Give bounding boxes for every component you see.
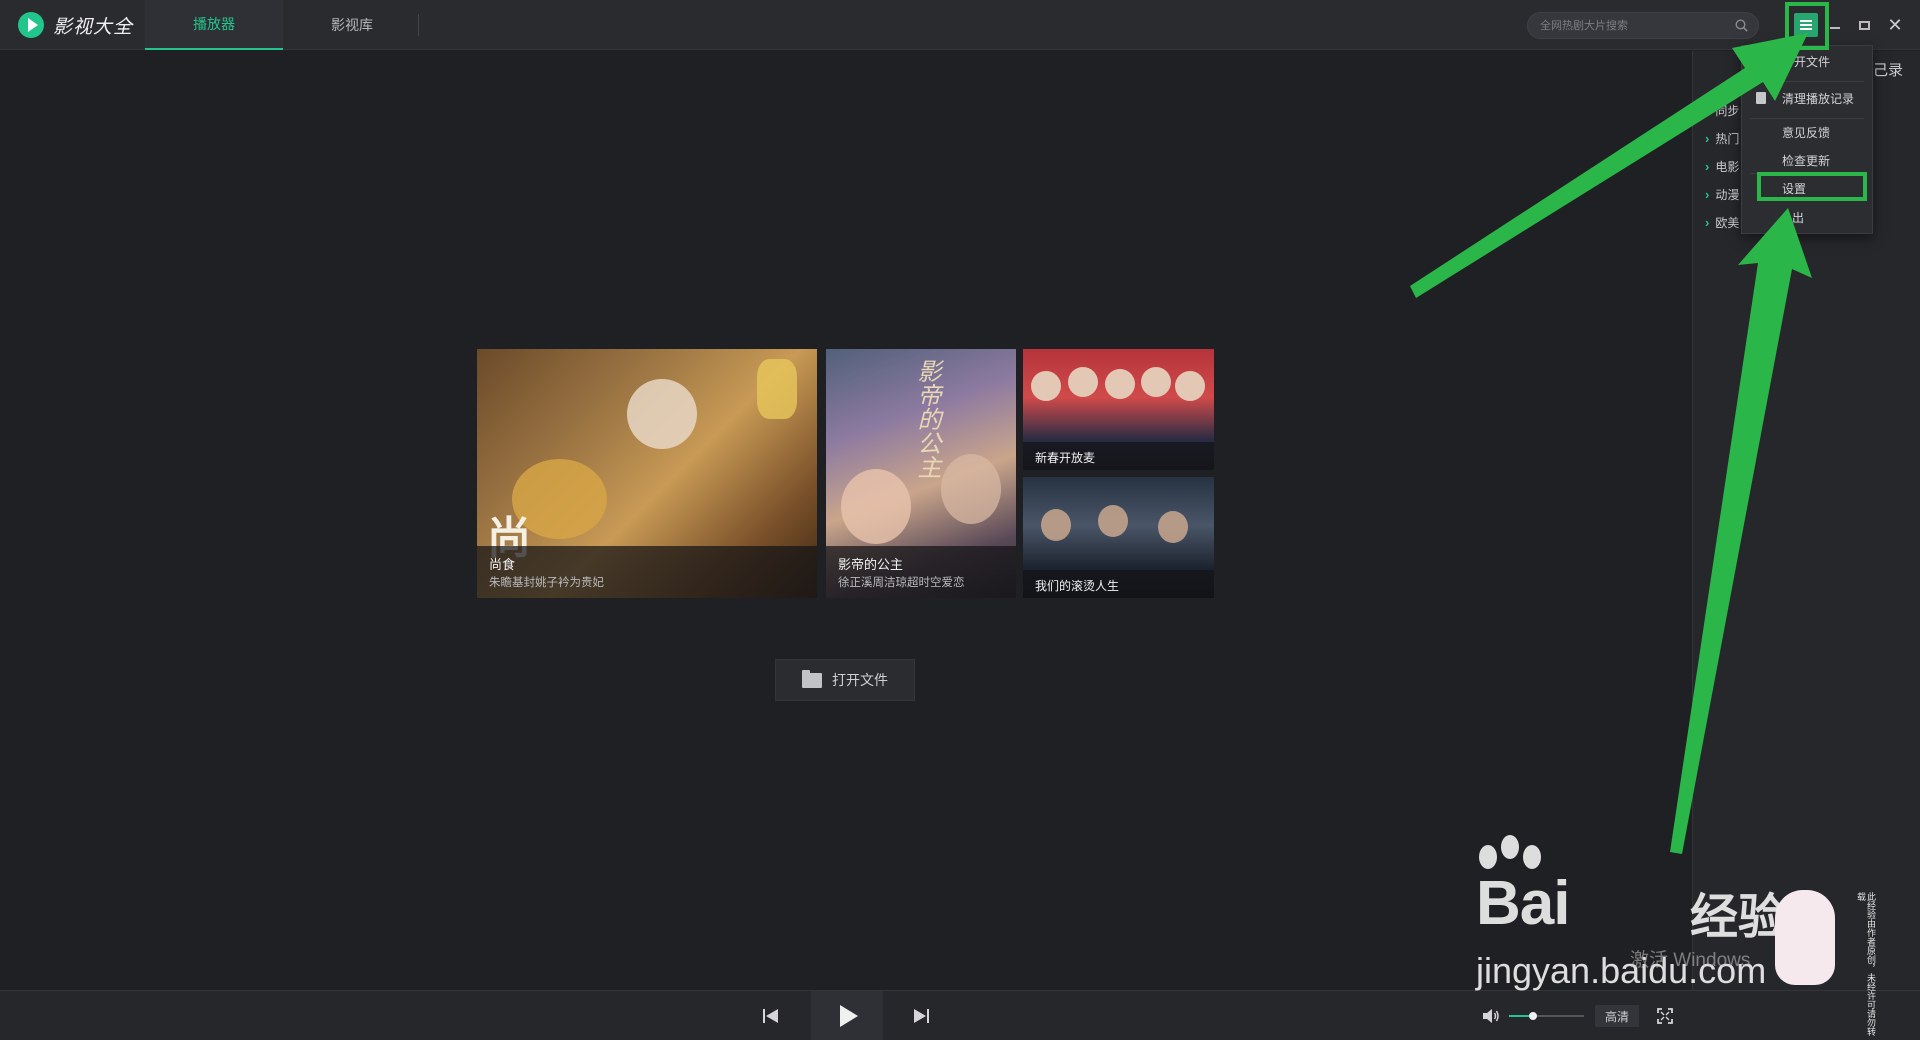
card-title: 影帝的公主 (838, 557, 904, 572)
category-label: 热门 (1715, 131, 1740, 146)
close-button[interactable]: ✕ (1883, 13, 1907, 37)
watermark-side-text: 此经验由作者原创，未经许可请勿转载 (1856, 892, 1876, 1036)
poster-figure (1175, 371, 1205, 401)
category-item[interactable]: › 电影 (1705, 155, 1739, 177)
control-bar: 高清 (0, 990, 1920, 1040)
tab-library[interactable]: 影视库 (283, 0, 421, 50)
card-title: 新春开放麦 (1035, 451, 1096, 465)
annotation-highlight-menu (1785, 2, 1829, 50)
play-button[interactable] (811, 991, 883, 1040)
poster-figure (1098, 505, 1128, 537)
menu-item-clear-history[interactable]: 清理播放记录 (1742, 87, 1872, 109)
poster-figure (941, 454, 1001, 524)
card-subtitle: 徐正溪周洁琼超时空爱恋 (838, 577, 965, 589)
annotation-highlight-settings (1757, 172, 1867, 201)
tab-divider (418, 14, 419, 36)
volume-icon (1483, 1009, 1499, 1023)
category-item[interactable]: › 同步 (1705, 99, 1739, 121)
watermark-brand: Bai (1476, 869, 1570, 938)
app-name: 影视大全 (53, 16, 134, 38)
featured-card[interactable]: 我们的滚烫人生 (1023, 477, 1214, 598)
card-caption-bg (477, 546, 817, 598)
history-label[interactable]: 己录 (1873, 59, 1903, 80)
lantern-shape (757, 359, 797, 419)
category-label: 欧美 (1715, 215, 1740, 230)
poster-figure (1105, 369, 1135, 399)
category-label: 同步 (1715, 103, 1740, 118)
play-icon (840, 1005, 858, 1027)
folder-icon (802, 669, 822, 688)
menu-item-feedback[interactable]: 意见反馈 (1742, 121, 1872, 143)
watermark-mascot (1775, 890, 1835, 985)
main-menu-dropdown: 打开文件 清理播放记录 意见反馈 检查更新 设置 出 (1741, 45, 1873, 234)
poster-figure (1141, 367, 1171, 397)
play-logo-icon (18, 12, 44, 38)
menu-item-exit[interactable]: 出 (1742, 206, 1872, 228)
poster-figure (1068, 367, 1098, 397)
chevron-right-icon: › (1705, 158, 1710, 174)
menu-item-label: 清理播放记录 (1782, 91, 1855, 106)
poster-figure (1031, 371, 1061, 401)
prev-icon (763, 1009, 779, 1023)
menu-item-open-file[interactable]: 打开文件 (1742, 50, 1872, 72)
poster-figure (1041, 509, 1071, 541)
card-title: 尚食 (489, 557, 516, 572)
search-icon[interactable] (1735, 19, 1748, 32)
category-item[interactable]: › 热门 (1705, 127, 1739, 149)
chevron-right-icon: › (1705, 214, 1710, 230)
previous-button[interactable] (750, 991, 792, 1040)
menu-item-check-update[interactable]: 检查更新 (1742, 149, 1872, 171)
category-item[interactable]: › 动漫 (1705, 183, 1739, 205)
poster-title-text: 影帝的公主 (913, 359, 941, 479)
category-label: 动漫 (1715, 187, 1740, 202)
card-title: 我们的滚烫人生 (1035, 579, 1120, 593)
trash-icon (1756, 92, 1766, 104)
card-subtitle: 朱瞻基封姚子衿为贵妃 (489, 577, 604, 589)
menu-divider (1750, 118, 1864, 119)
open-file-button[interactable]: 打开文件 (775, 659, 915, 701)
featured-card[interactable]: 尚 尚食 朱瞻基封姚子衿为贵妃 (477, 349, 817, 598)
top-bar: 影视大全 播放器 影视库 ✕ (0, 0, 1920, 50)
chevron-right-icon: › (1705, 102, 1710, 118)
next-icon (913, 1009, 929, 1023)
menu-divider (1750, 81, 1864, 82)
category-item[interactable]: › 欧美 (1705, 211, 1739, 233)
featured-card[interactable]: 影帝的公主 影帝的公主 徐正溪周洁琼超时空爱恋 (826, 349, 1016, 598)
maximize-button[interactable] (1852, 13, 1876, 37)
fullscreen-icon (1657, 1008, 1673, 1024)
volume-knob[interactable] (1529, 1012, 1537, 1020)
quality-button[interactable]: 高清 (1595, 1005, 1639, 1027)
poster-figure (841, 469, 911, 544)
tab-player[interactable]: 播放器 (145, 0, 283, 50)
maximize-icon (1858, 20, 1870, 30)
chevron-right-icon: › (1705, 130, 1710, 146)
poster-figure (1158, 511, 1188, 543)
activate-windows-notice: 激活 Windows (1630, 950, 1751, 971)
category-label: 电影 (1715, 159, 1740, 174)
featured-card[interactable]: 新春开放麦 (1023, 349, 1214, 470)
volume-slider[interactable] (1509, 1012, 1584, 1020)
poster-figure (627, 379, 697, 449)
fullscreen-button[interactable] (1652, 991, 1678, 1040)
app-window: 影视大全 播放器 影视库 ✕ 己录 › 同步 › 热门 › 电影 › 动漫 › 欧美 (0, 0, 1920, 1040)
watermark-brand-suffix: 经验 (1690, 891, 1787, 944)
app-logo[interactable]: 影视大全 (18, 12, 133, 38)
next-button[interactable] (900, 991, 942, 1040)
chevron-right-icon: › (1705, 186, 1710, 202)
open-file-label: 打开文件 (832, 672, 888, 688)
search-box[interactable] (1527, 12, 1759, 39)
search-input[interactable] (1540, 17, 1730, 34)
volume-button[interactable] (1481, 991, 1501, 1040)
